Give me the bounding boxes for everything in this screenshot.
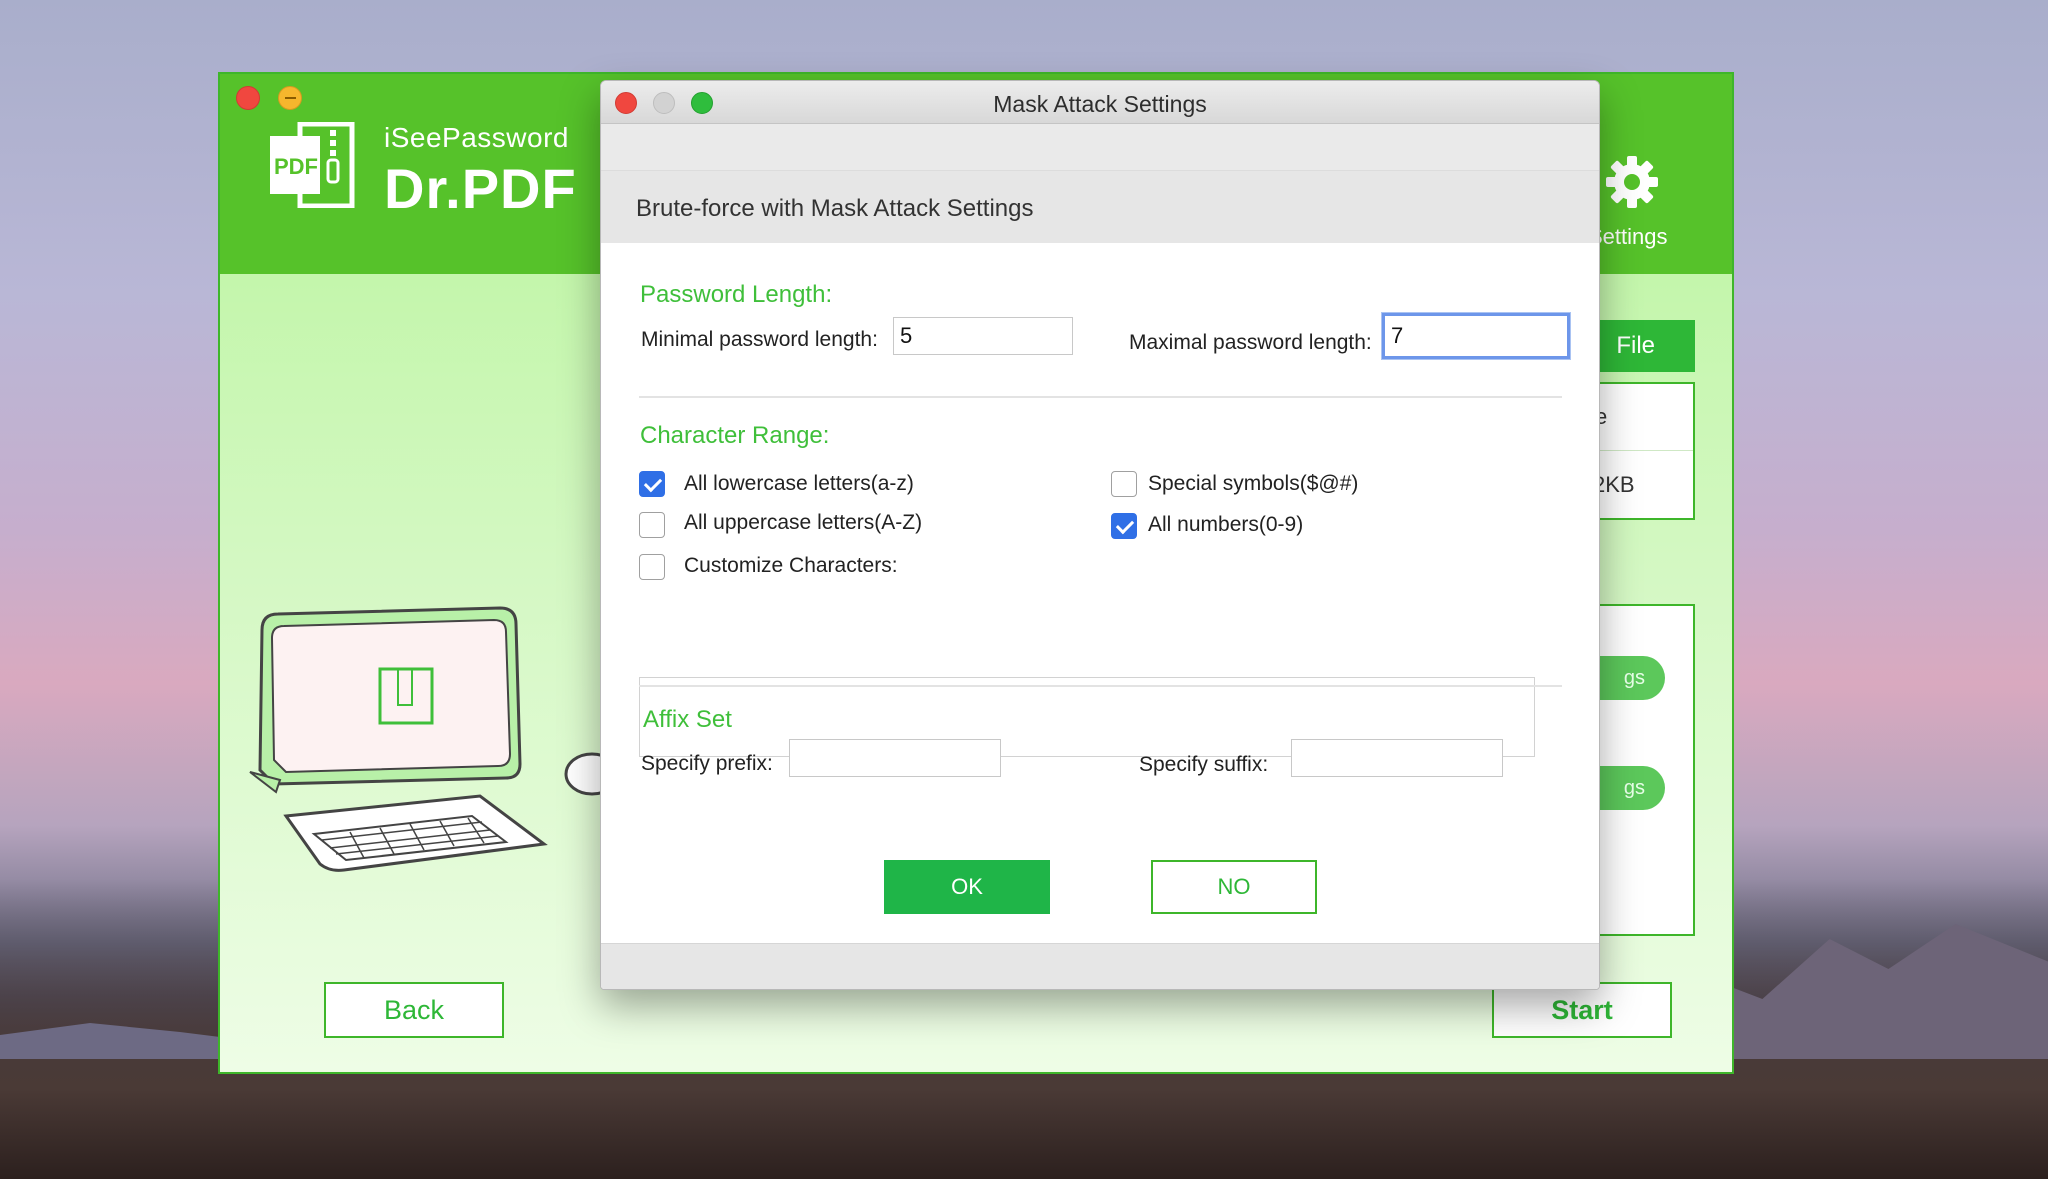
max-length-label: Maximal password length: — [1129, 331, 1372, 354]
start-button[interactable]: Start — [1492, 982, 1672, 1038]
dialog-footer — [601, 943, 1599, 989]
ok-button[interactable]: OK — [884, 860, 1050, 914]
min-length-label: Minimal password length: — [641, 328, 878, 351]
special-symbols-label: Special symbols($@#) — [1148, 472, 1359, 495]
special-symbols-checkbox[interactable] — [1111, 471, 1137, 497]
computer-illustration — [249, 606, 620, 872]
customize-characters-checkbox[interactable] — [639, 554, 665, 580]
window-close-button[interactable] — [236, 86, 260, 110]
back-button[interactable]: Back — [324, 982, 504, 1038]
brand-subtitle: iSeePassword — [384, 122, 569, 153]
prefix-label: Specify prefix: — [641, 752, 773, 775]
logo-text: PDF — [274, 154, 318, 179]
section-divider-1 — [639, 396, 1562, 398]
no-button[interactable]: NO — [1151, 860, 1317, 914]
prefix-input[interactable] — [789, 739, 1001, 777]
window-minimize-button[interactable] — [278, 86, 302, 110]
section-divider-2 — [639, 685, 1562, 687]
numbers-label: All numbers(0-9) — [1148, 513, 1304, 536]
numbers-checkbox[interactable] — [1111, 513, 1137, 539]
gear-icon[interactable] — [1604, 154, 1660, 210]
dialog-titlebar: Mask Attack Settings — [601, 81, 1599, 124]
brand-title: Dr.PDF — [384, 157, 577, 220]
uppercase-checkbox[interactable] — [639, 512, 665, 538]
suffix-input[interactable] — [1291, 739, 1503, 777]
character-range-title: Character Range: — [640, 422, 830, 449]
max-length-input[interactable] — [1382, 313, 1570, 359]
password-length-title: Password Length: — [640, 281, 833, 308]
suffix-label: Specify suffix: — [1139, 753, 1269, 776]
min-length-input[interactable] — [893, 317, 1073, 355]
customize-characters-label: Customize Characters: — [684, 554, 898, 577]
pdf-logo-icon: PDF — [270, 122, 355, 208]
lowercase-checkbox[interactable] — [639, 471, 665, 497]
mask-attack-settings-dialog: Mask Attack Settings Brute-force with Ma… — [600, 80, 1600, 990]
uppercase-label: All uppercase letters(A-Z) — [684, 511, 923, 534]
dialog-toolbar — [601, 124, 1599, 171]
dialog-title: Mask Attack Settings — [993, 91, 1207, 117]
lowercase-label: All lowercase letters(a-z) — [684, 472, 914, 495]
affix-set-title: Affix Set — [643, 706, 732, 733]
dialog-subtitle: Brute-force with Mask Attack Settings — [636, 195, 1034, 222]
